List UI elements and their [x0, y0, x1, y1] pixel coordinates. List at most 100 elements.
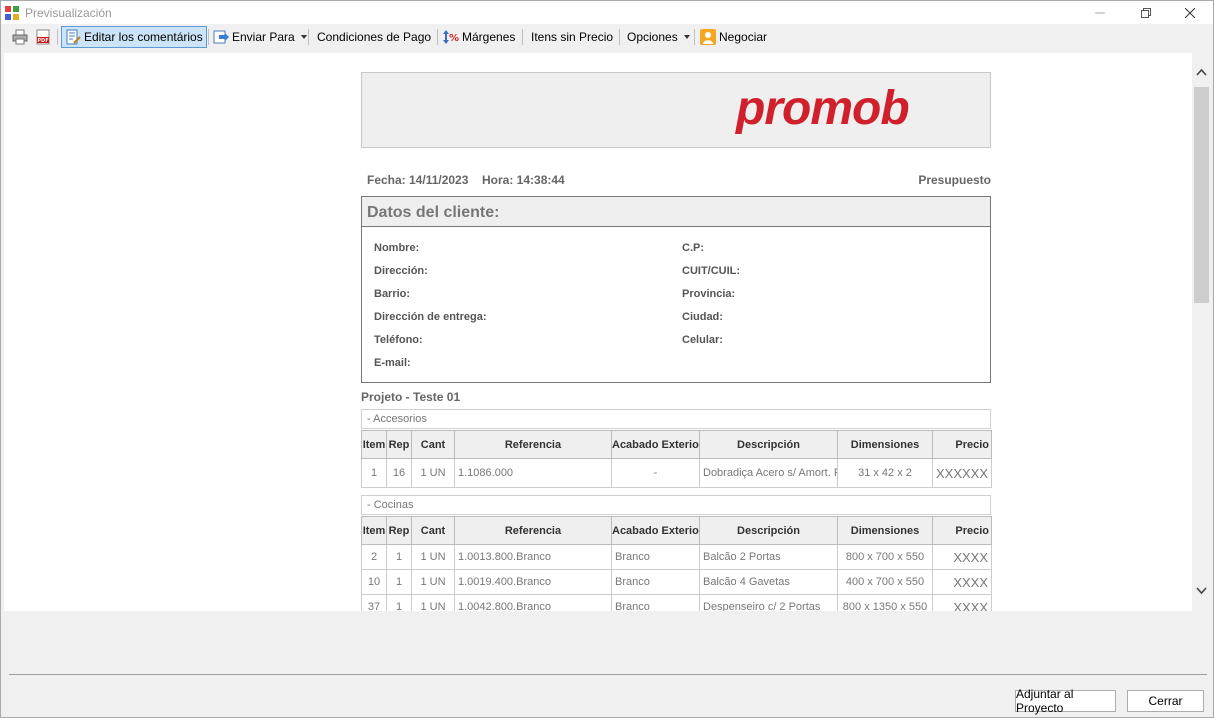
report-time: Hora: 14:38:44 [482, 173, 565, 187]
minimize-button[interactable] [1077, 1, 1123, 24]
table-row: 10 1 1 UN 1.0019.400.Branco Branco Balcã… [361, 569, 992, 595]
column-header: Item [361, 516, 387, 545]
items-table: Item Rep Cant Referencia Acabado Exterio… [361, 430, 992, 488]
scroll-up-icon[interactable] [1195, 66, 1208, 79]
client-data-box: Datos del cliente: Nombre: Dirección: Ba… [361, 196, 991, 383]
cell-finish: Branco [611, 544, 700, 570]
close-button[interactable]: Cerrar [1127, 690, 1204, 712]
pdf-icon: PDF [36, 29, 50, 45]
column-header: Referencia [454, 516, 612, 545]
attach-to-project-button[interactable]: Adjuntar al Proyecto [1015, 687, 1116, 715]
cell-quantity: 1 UN [411, 458, 455, 488]
cell-quantity: 1 UN [411, 544, 455, 570]
edit-notes-icon [66, 29, 81, 45]
client-data-header: Datos del cliente: [362, 197, 990, 227]
cell-quantity: 1 UN [411, 594, 455, 611]
cell-dimensions: 800 x 1350 x 550 [837, 594, 933, 611]
cell-rep: 1 [386, 544, 412, 570]
cell-finish: - [611, 458, 700, 488]
table-header-row: Item Rep Cant Referencia Acabado Exterio… [361, 430, 992, 459]
report-preview[interactable]: promob Fecha: 14/11/2023 Hora: 14:38:44 … [4, 53, 1192, 611]
column-header: Precio [932, 516, 992, 545]
export-pdf-button[interactable]: PDF [35, 26, 54, 48]
column-header: Dimensiones [837, 430, 933, 459]
items-without-price-label: Itens sin Precio [531, 30, 614, 44]
table-row: 37 1 1 UN 1.0042.800.Branco Branco Despe… [361, 594, 992, 611]
column-header: Descripción [699, 430, 838, 459]
cell-finish: Branco [611, 569, 700, 595]
payment-conditions-button[interactable]: Condiciones de Pago [317, 26, 431, 48]
column-header: Referencia [454, 430, 612, 459]
toolbar: PDF Editar los comentários Enviar Para C… [1, 24, 1213, 50]
printer-icon [12, 29, 28, 45]
client-field-cuit: CUIT/CUIL: [682, 265, 741, 277]
cell-item: 1 [361, 458, 387, 488]
column-header: Rep [386, 516, 412, 545]
table-header-row: Item Rep Cant Referencia Acabado Exterio… [361, 516, 992, 545]
client-field-mobile: Celular: [682, 334, 723, 346]
negotiate-button[interactable]: Negociar [700, 26, 767, 48]
items-without-price-button[interactable]: Itens sin Precio [531, 26, 613, 48]
section-header: - Accesorios [361, 409, 991, 429]
cell-item: 10 [361, 569, 387, 595]
toolbar-separator [308, 29, 309, 45]
cell-dimensions: 31 x 42 x 2 [837, 458, 933, 488]
scrollbar-thumb[interactable] [1194, 87, 1209, 303]
cell-price: XXXXXX [932, 458, 992, 488]
document-type: Presupuesto [918, 173, 991, 187]
client-field-city: Ciudad: [682, 311, 723, 323]
toolbar-separator [208, 29, 209, 45]
payment-conditions-label: Condiciones de Pago [317, 30, 432, 44]
print-button[interactable] [12, 26, 31, 48]
column-header: Rep [386, 430, 412, 459]
margins-label: Márgenes [462, 30, 516, 44]
cell-dimensions: 800 x 700 x 550 [837, 544, 933, 570]
project-title: Projeto - Teste 01 [361, 390, 461, 404]
vertical-scrollbar[interactable] [1192, 53, 1211, 611]
cell-description: Balcão 4 Gavetas [699, 569, 838, 595]
report-date: Fecha: 14/11/2023 [367, 173, 469, 187]
client-data-title: Datos del cliente: [367, 204, 500, 221]
restore-button[interactable] [1123, 1, 1169, 24]
options-label: Opciones [627, 30, 678, 44]
close-window-button[interactable] [1167, 1, 1213, 24]
title-bar: Previsualización [1, 1, 1213, 24]
cell-rep: 1 [386, 594, 412, 611]
client-field-phone: Teléfono: [374, 334, 423, 346]
scroll-down-icon[interactable] [1195, 584, 1208, 597]
cell-description: Dobradiça Acero s/ Amort. Reta / Baixa [699, 458, 838, 488]
cell-price: XXXX [932, 544, 992, 570]
cell-quantity: 1 UN [411, 569, 455, 595]
close-icon [1185, 7, 1195, 18]
cell-description: Despenseiro c/ 2 Portas [699, 594, 838, 611]
margins-icon: % [443, 30, 459, 44]
column-header: Dimensiones [837, 516, 933, 545]
send-icon [213, 30, 229, 44]
company-logo: promob [736, 82, 910, 135]
column-header: Cant [411, 516, 455, 545]
toolbar-separator [57, 29, 58, 45]
footer-divider [9, 674, 1207, 675]
send-to-dropdown[interactable]: Enviar Para [213, 26, 307, 48]
cell-reference: 1.0042.800.Branco [454, 594, 612, 611]
cell-rep: 1 [386, 569, 412, 595]
preview-window: Previsualización PDF Editar los comentár… [0, 0, 1214, 718]
negotiate-icon [700, 29, 716, 45]
column-header: Cant [411, 430, 455, 459]
cell-dimensions: 400 x 700 x 550 [837, 569, 933, 595]
cell-reference: 1.0013.800.Branco [454, 544, 612, 570]
cell-rep: 16 [386, 458, 412, 488]
edit-comments-label: Editar los comentários [84, 30, 203, 44]
cell-price: XXXX [932, 594, 992, 611]
options-dropdown[interactable]: Opciones [627, 26, 690, 48]
cell-reference: 1.0019.400.Branco [454, 569, 612, 595]
app-icon [5, 6, 19, 20]
cell-price: XXXX [932, 569, 992, 595]
items-table: Item Rep Cant Referencia Acabado Exterio… [361, 516, 992, 611]
cell-item: 2 [361, 544, 387, 570]
column-header: Descripción [699, 516, 838, 545]
toolbar-separator [437, 29, 438, 45]
edit-comments-button[interactable]: Editar los comentários [61, 26, 207, 48]
cell-description: Balcão 2 Portas [699, 544, 838, 570]
margins-button[interactable]: % Márgenes [443, 26, 515, 48]
